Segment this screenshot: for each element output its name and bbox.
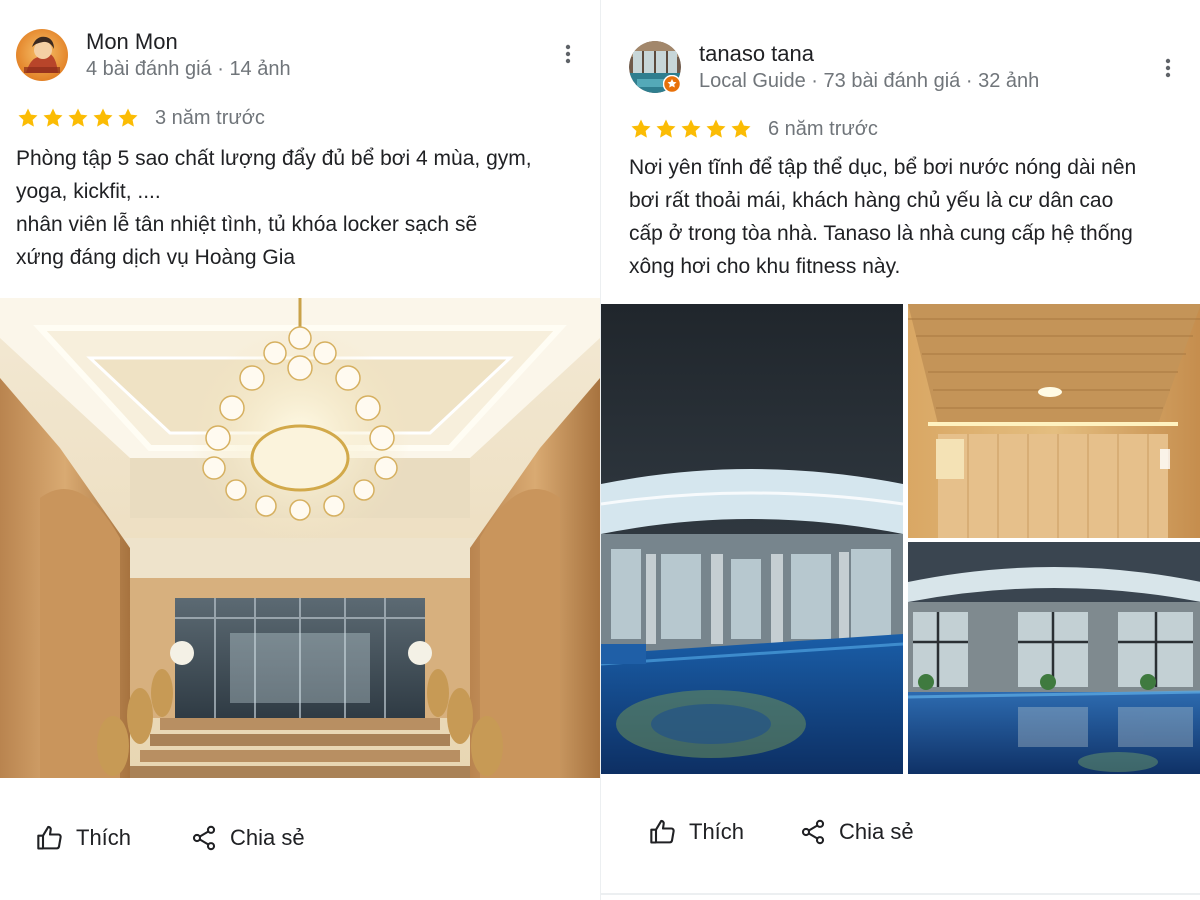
review-photo-sauna[interactable] — [908, 304, 1200, 538]
star-icon — [681, 119, 701, 138]
star-icon — [118, 108, 138, 127]
star-icon — [631, 119, 651, 138]
share-icon — [192, 825, 216, 851]
review-time: 6 năm trước — [768, 117, 878, 140]
review-photo-lobby[interactable] — [0, 298, 600, 778]
star-icon — [93, 108, 113, 127]
star-icon — [731, 119, 751, 138]
share-button[interactable]: Chia sẻ — [799, 818, 914, 846]
star-icon — [706, 119, 726, 138]
review-photo-pool-small[interactable] — [908, 542, 1200, 774]
star-rating — [629, 117, 754, 141]
like-button[interactable]: Thích — [36, 824, 131, 852]
author-meta: 4 bài đánh giá · 14 ảnh — [86, 58, 291, 80]
divider — [601, 893, 1200, 895]
like-label: Thích — [76, 825, 132, 850]
review-card-2: tanaso tana Local Guide · 73 bài đánh gi… — [600, 0, 1200, 900]
review-author[interactable]: Mon Mon 4 bài đánh giá · 14 ảnh — [16, 28, 291, 82]
review-rating: 3 năm trước — [16, 106, 265, 130]
author-name[interactable]: tanaso tana — [699, 40, 1039, 68]
share-label: Chia sẻ — [230, 825, 305, 850]
local-guide-badge-icon — [663, 75, 681, 93]
star-icon — [18, 108, 38, 127]
share-button[interactable]: Chia sẻ — [190, 824, 305, 852]
like-label: Thích — [689, 819, 745, 844]
thumb-up-icon — [37, 825, 62, 850]
author-avatar[interactable] — [629, 41, 681, 93]
review-author[interactable]: tanaso tana Local Guide · 73 bài đánh gi… — [629, 40, 1039, 94]
star-icon — [68, 108, 88, 127]
like-button[interactable]: Thích — [649, 818, 744, 846]
review-card-1: Mon Mon 4 bài đánh giá · 14 ảnh 3 năm tr… — [0, 0, 600, 900]
star-icon — [43, 108, 63, 127]
more-options-button[interactable] — [554, 40, 582, 68]
star-icon — [656, 119, 676, 138]
review-time: 3 năm trước — [155, 106, 265, 129]
thumb-up-icon — [650, 819, 675, 844]
author-meta: Local Guide · 73 bài đánh giá · 32 ảnh — [699, 70, 1040, 92]
author-name[interactable]: Mon Mon — [86, 28, 291, 56]
more-vert-icon — [1165, 58, 1171, 78]
review-text: Phòng tập 5 sao chất lượng đẩy đủ bể bơi… — [16, 147, 532, 269]
share-icon — [801, 819, 825, 845]
more-vert-icon — [565, 44, 571, 64]
author-avatar[interactable] — [16, 29, 68, 81]
more-options-button[interactable] — [1154, 54, 1182, 82]
review-rating: 6 năm trước — [629, 117, 878, 141]
star-rating — [16, 106, 141, 130]
share-label: Chia sẻ — [839, 819, 914, 844]
review-text: Nơi yên tĩnh để tập thể dục, bể bơi nước… — [629, 156, 1137, 278]
review-photo-pool-large[interactable] — [601, 304, 903, 774]
